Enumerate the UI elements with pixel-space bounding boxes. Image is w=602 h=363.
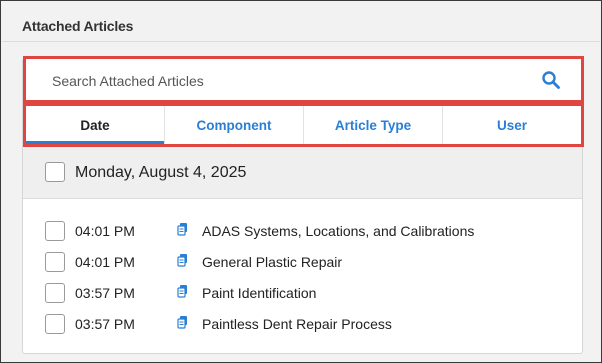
article-time: 04:01 PM	[75, 223, 135, 239]
tab-article-type[interactable]: Article Type	[303, 106, 442, 144]
list-item: 03:57 PM Paintless Dent Repair Process	[23, 309, 582, 340]
tab-user[interactable]: User	[442, 106, 581, 144]
article-time: 03:57 PM	[75, 285, 135, 301]
tab-component[interactable]: Component	[164, 106, 303, 144]
date-group-checkbox[interactable]	[45, 162, 65, 182]
search-input[interactable]: Search Attached Articles	[52, 73, 204, 89]
article-checkbox[interactable]	[45, 252, 65, 272]
search-icon[interactable]	[541, 70, 561, 90]
article-title-link[interactable]: ADAS Systems, Locations, and Calibration…	[202, 223, 474, 239]
article-checkbox[interactable]	[45, 283, 65, 303]
article-title-link[interactable]: General Plastic Repair	[202, 254, 342, 270]
list-item: 03:57 PM Paint Identification	[23, 278, 582, 309]
tab-bar: Date Component Article Type User	[23, 103, 584, 147]
article-checkbox[interactable]	[45, 314, 65, 334]
date-group-label: Monday, August 4, 2025	[75, 164, 247, 181]
list-item: 04:01 PM General Plastic Repair	[23, 247, 582, 278]
attached-articles-window: Attached Articles Search Attached Articl…	[0, 0, 602, 363]
article-icon	[177, 285, 187, 298]
date-group-header: Monday, August 4, 2025	[23, 147, 582, 199]
tab-date[interactable]: Date	[26, 106, 164, 144]
article-icon	[177, 254, 187, 267]
article-title-link[interactable]: Paintless Dent Repair Process	[202, 316, 392, 332]
article-icon	[177, 316, 187, 329]
list-item: 04:01 PM ADAS Systems, Locations, and Ca…	[23, 216, 582, 247]
article-title-link[interactable]: Paint Identification	[202, 285, 316, 301]
panel-title: Attached Articles	[22, 18, 134, 34]
search-bar[interactable]: Search Attached Articles	[23, 56, 584, 103]
panel-header: Attached Articles	[2, 2, 600, 42]
article-icon	[177, 223, 187, 236]
article-time: 04:01 PM	[75, 254, 135, 270]
article-checkbox[interactable]	[45, 221, 65, 241]
article-time: 03:57 PM	[75, 316, 135, 332]
